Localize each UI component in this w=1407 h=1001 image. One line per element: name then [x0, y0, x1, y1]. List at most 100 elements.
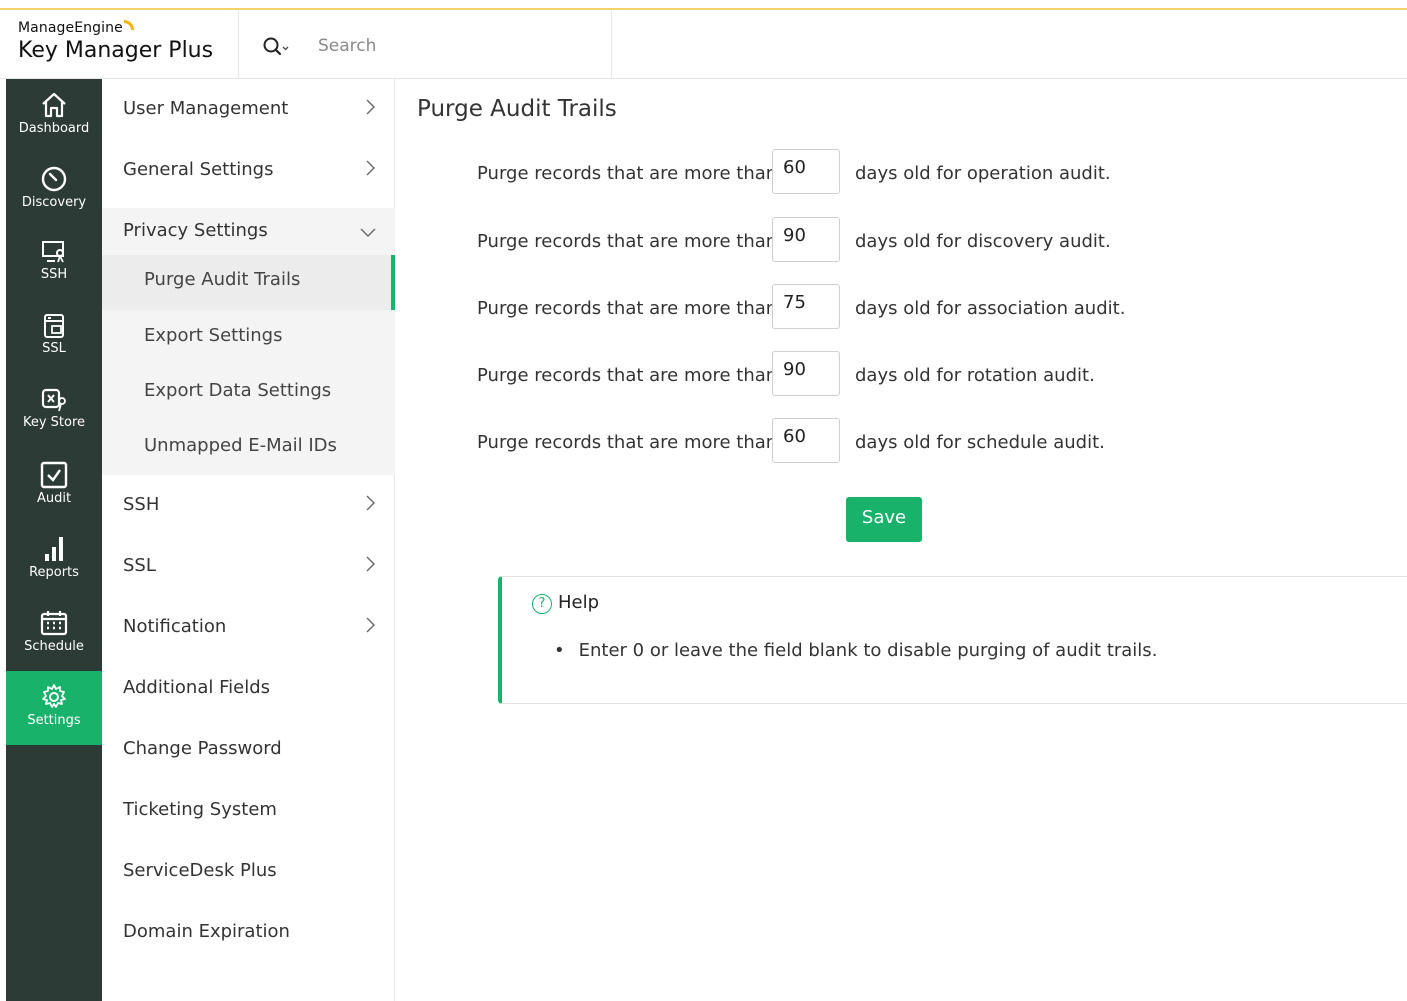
rail-label: Key Store — [22, 415, 86, 430]
association-audit-days-input[interactable] — [772, 284, 840, 329]
active-indicator — [391, 255, 395, 310]
sidebar-subitem-purge-audit-trails[interactable]: Purge Audit Trails — [102, 255, 395, 310]
brand-arc-icon — [123, 20, 134, 30]
rail-label: Dashboard — [18, 121, 90, 136]
operation-audit-days-input[interactable] — [772, 149, 840, 194]
sidebar-item-domain-expiration[interactable]: Domain Expiration — [102, 902, 395, 962]
sidebar-subitem-label: Export Data Settings — [144, 380, 332, 401]
purge-row-prefix: Purge records that are more than — [477, 298, 778, 319]
settings-sidebar: User Management General Settings Privacy… — [102, 79, 395, 1001]
sidebar-subitem-unmapped-email-ids[interactable]: Unmapped E-Mail IDs — [102, 421, 395, 476]
purge-row-prefix: Purge records that are more than — [477, 365, 778, 386]
schedule-audit-days-input[interactable] — [772, 418, 840, 463]
help-title: Help — [558, 592, 600, 613]
rail-label: Discovery — [21, 195, 87, 210]
sidebar-item-label: Ticketing System — [123, 799, 277, 820]
sidebar-item-ssl[interactable]: SSL — [102, 536, 395, 596]
sidebar-item-user-management[interactable]: User Management — [102, 79, 395, 139]
purge-row-prefix: Purge records that are more than — [477, 432, 778, 453]
company-name: ManageEngine — [18, 20, 238, 36]
bar-chart-icon — [45, 537, 63, 561]
calendar-icon — [40, 611, 68, 636]
search-input[interactable] — [318, 32, 598, 60]
help-question-icon: ? — [532, 594, 552, 614]
search-icon[interactable] — [262, 36, 290, 58]
rail-item-dashboard[interactable]: Dashboard — [6, 79, 102, 153]
help-heading: ? Help — [532, 592, 599, 614]
discovery-audit-days-input[interactable] — [772, 217, 840, 262]
chevron-right-icon — [366, 99, 375, 115]
main-content: Purge Audit Trails Purge records that ar… — [396, 79, 1407, 1001]
sidebar-item-privacy-settings[interactable]: Privacy Settings — [102, 208, 395, 255]
sidebar-item-label: SSL — [123, 555, 156, 576]
help-list: Enter 0 or leave the field blank to disa… — [554, 640, 1158, 661]
header-divider — [611, 10, 612, 79]
rail-item-key-store[interactable]: Key Store — [6, 375, 102, 449]
ssl-icon — [44, 314, 64, 338]
rail-item-ssh[interactable]: SSH — [6, 227, 102, 301]
rail-label: Reports — [29, 565, 79, 580]
purge-row-rotation: Purge records that are more than days ol… — [477, 351, 1377, 397]
sidebar-item-ssh[interactable]: SSH — [102, 475, 395, 535]
sidebar-subitem-label: Purge Audit Trails — [144, 269, 301, 290]
sidebar-item-additional-fields[interactable]: Additional Fields — [102, 658, 395, 718]
rotation-audit-days-input[interactable] — [772, 351, 840, 396]
chevron-right-icon — [366, 495, 375, 511]
sidebar-subitem-label: Unmapped E-Mail IDs — [144, 435, 337, 456]
rail-label: Audit — [36, 491, 72, 506]
home-icon — [42, 92, 66, 118]
chevron-right-icon — [366, 617, 375, 633]
help-panel: ? Help Enter 0 or leave the field blank t… — [498, 576, 1407, 704]
sidebar-subitem-export-settings[interactable]: Export Settings — [102, 311, 395, 366]
page-title: Purge Audit Trails — [417, 96, 617, 122]
privacy-settings-group: Privacy Settings Purge Audit Trails Expo… — [102, 208, 395, 475]
rail-label: Schedule — [24, 639, 84, 654]
sidebar-subitem-label: Export Settings — [144, 325, 283, 346]
sidebar-item-label: Privacy Settings — [123, 220, 268, 241]
rail-item-schedule[interactable]: Schedule — [6, 597, 102, 671]
purge-row-suffix: days old for operation audit. — [855, 163, 1111, 184]
purge-row-prefix: Purge records that are more than — [477, 231, 778, 252]
sidebar-item-notification[interactable]: Notification — [102, 597, 395, 657]
ssh-icon — [42, 241, 64, 263]
sidebar-item-general-settings[interactable]: General Settings — [102, 140, 395, 200]
rail-label: SSL — [42, 341, 66, 356]
rail-item-discovery[interactable]: Discovery — [6, 153, 102, 227]
purge-row-schedule: Purge records that are more than days ol… — [477, 418, 1377, 464]
chevron-right-icon — [366, 160, 375, 176]
header-divider — [238, 10, 239, 79]
sidebar-item-label: Domain Expiration — [123, 921, 290, 942]
sidebar-item-label: SSH — [123, 494, 160, 515]
sidebar-item-label: Additional Fields — [123, 677, 271, 698]
chevron-right-icon — [366, 556, 375, 572]
compass-icon — [41, 166, 67, 192]
sidebar-item-servicedesk-plus[interactable]: ServiceDesk Plus — [102, 841, 395, 901]
rail-label: Settings — [27, 713, 81, 728]
help-list-item: Enter 0 or leave the field blank to disa… — [554, 640, 1158, 661]
sidebar-item-label: General Settings — [123, 159, 274, 180]
purge-row-discovery: Purge records that are more than days ol… — [477, 217, 1377, 263]
purge-row-suffix: days old for rotation audit. — [855, 365, 1095, 386]
chevron-down-icon — [360, 228, 376, 237]
sidebar-item-label: User Management — [123, 98, 289, 119]
primary-nav-rail: Dashboard Discovery SSH SSL Key Store Au… — [6, 79, 102, 1001]
purge-row-association: Purge records that are more than days ol… — [477, 284, 1377, 330]
brand-logo[interactable]: ManageEngine Key Manager Plus — [18, 20, 238, 63]
sidebar-item-label: Notification — [123, 616, 227, 637]
rail-item-audit[interactable]: Audit — [6, 449, 102, 523]
purge-row-suffix: days old for schedule audit. — [855, 432, 1105, 453]
purge-row-suffix: days old for discovery audit. — [855, 231, 1111, 252]
purge-row-operation: Purge records that are more than days ol… — [477, 149, 1377, 195]
app-header: ManageEngine Key Manager Plus — [0, 10, 1407, 79]
sidebar-item-ticketing-system[interactable]: Ticketing System — [102, 780, 395, 840]
sidebar-subitem-export-data-settings[interactable]: Export Data Settings — [102, 366, 395, 421]
audit-check-icon — [40, 461, 68, 489]
gear-icon — [42, 684, 66, 708]
sidebar-item-change-password[interactable]: Change Password — [102, 719, 395, 779]
rail-item-settings[interactable]: Settings — [6, 671, 102, 745]
product-name: Key Manager Plus — [18, 38, 214, 63]
rail-item-reports[interactable]: Reports — [6, 523, 102, 597]
save-button[interactable]: Save — [846, 497, 922, 542]
rail-item-ssl[interactable]: SSL — [6, 301, 102, 375]
rail-label: SSH — [40, 267, 68, 282]
